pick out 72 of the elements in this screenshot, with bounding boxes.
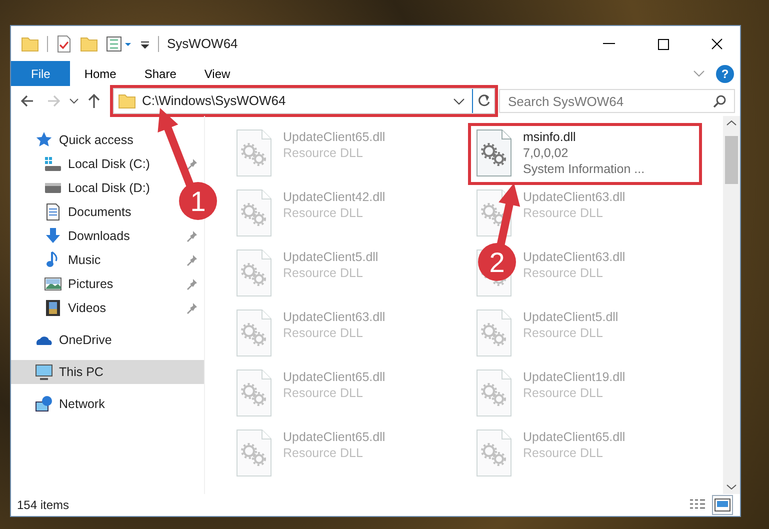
ribbon-tab[interactable]: File (11, 61, 70, 86)
address-bar[interactable]: C:\Windows\SysWOW64 (113, 88, 495, 114)
sidebar-item[interactable]: OneDrive (59, 330, 112, 350)
window-title: SysWOW64 (167, 34, 238, 53)
search-icon[interactable] (713, 94, 727, 108)
dll-file-icon (235, 309, 273, 357)
sidebar-item[interactable]: Documents (68, 202, 132, 222)
ribbon-tab[interactable]: Home (70, 61, 130, 86)
file-detail: Resource DLL (283, 325, 364, 341)
folder-icon (118, 92, 136, 110)
document-icon (44, 203, 62, 221)
file-detail: Resource DLL (283, 145, 364, 161)
file-detail: Resource DLL (523, 205, 604, 221)
file-item[interactable]: msinfo.dll 7,0,0,02 System Information ... (471, 126, 699, 182)
pin-icon[interactable] (186, 230, 198, 242)
file-detail: Resource DLL (523, 385, 604, 401)
sidebar-item[interactable]: Local Disk (C:) (68, 154, 150, 174)
drive-icon (44, 155, 62, 173)
sidebar-item[interactable]: Local Disk (D:) (68, 178, 150, 198)
file-detail: Resource DLL (523, 445, 604, 461)
monitor-icon (35, 363, 53, 381)
dll-file-icon (235, 249, 273, 297)
file-detail: Resource DLL (283, 385, 364, 401)
file-detail: Resource DLL (283, 205, 364, 221)
sidebar-item[interactable]: This PC (11, 360, 204, 384)
dll-file-icon (475, 429, 513, 477)
file-detail: 7,0,0,02 (523, 145, 570, 161)
picture-icon (44, 275, 62, 293)
file-description: System Information ... (523, 161, 645, 177)
network-icon (35, 395, 53, 413)
chevron-down-icon (69, 98, 79, 104)
ribbon-tab[interactable]: Share (130, 61, 190, 86)
minimize-icon (603, 42, 615, 45)
scrollbar-thumb[interactable] (725, 136, 738, 184)
dll-file-icon (475, 309, 513, 357)
search-field[interactable]: Search SysWOW64 (499, 89, 735, 113)
help-button[interactable]: ? (716, 64, 734, 82)
picture-icon (714, 497, 731, 513)
scrollbar[interactable] (723, 116, 740, 494)
file-detail: Resource DLL (283, 265, 364, 281)
item-count: 154 items (17, 497, 70, 514)
sidebar-item[interactable]: Quick access (59, 130, 134, 150)
film-icon (44, 299, 62, 317)
properties-icon[interactable] (56, 34, 72, 52)
file-detail: Resource DLL (523, 325, 604, 341)
dll-file-icon (235, 129, 273, 177)
dll-file-icon (235, 369, 273, 417)
pin-icon[interactable] (186, 278, 198, 290)
dll-file-icon (475, 369, 513, 417)
pin-icon[interactable] (186, 158, 198, 170)
sidebar-item[interactable]: Pictures (68, 274, 114, 294)
large-icons-view-button[interactable] (713, 496, 732, 514)
sidebar-item[interactable]: Network (59, 394, 105, 414)
download-arrow-icon (44, 227, 62, 245)
sidebar-item[interactable]: Videos (68, 298, 106, 318)
file-name: msinfo.dll (523, 129, 577, 145)
close-icon (709, 36, 725, 52)
pin-icon[interactable] (186, 302, 198, 314)
dll-file-icon (235, 429, 273, 477)
step-number-badge: 1 (179, 182, 217, 220)
file-detail: Resource DLL (523, 265, 604, 281)
ribbon-tab[interactable]: View (190, 61, 244, 86)
pin-icon[interactable] (186, 254, 198, 266)
star-icon (35, 131, 53, 149)
step-number-badge: 2 (478, 243, 516, 281)
dll-file-icon (475, 129, 513, 177)
refresh-icon (476, 93, 492, 109)
dll-file-icon (235, 189, 273, 237)
sidebar-item[interactable]: Music (68, 250, 101, 270)
customize-toolbar-icon[interactable] (106, 34, 132, 52)
file-detail: Resource DLL (283, 445, 364, 461)
sidebar-item[interactable]: Downloads (68, 226, 130, 246)
